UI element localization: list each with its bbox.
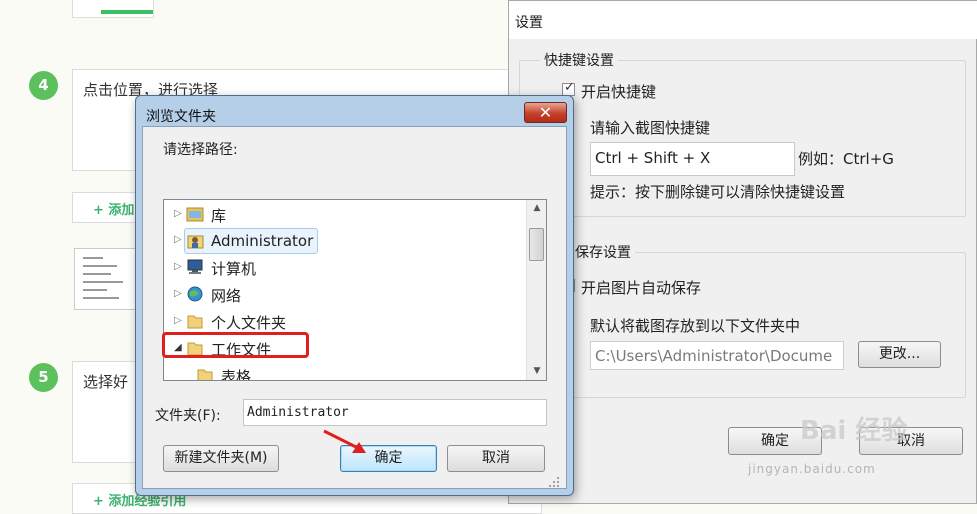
tree-item-label: 库 — [211, 207, 227, 225]
step-5-text: 选择好 — [83, 373, 129, 391]
annotation-arrow-icon — [323, 429, 366, 453]
hotkey-group-title: 快捷键设置 — [540, 50, 618, 70]
tree-item-computer[interactable]: ▷ 计算机 — [164, 255, 526, 281]
dialog-title: 浏览文件夹 — [146, 109, 216, 125]
tree-item-tables[interactable]: 表格 — [164, 363, 526, 381]
tree-item-administrator[interactable]: Administrator — [184, 228, 318, 254]
tree-item-label: 表格 — [221, 368, 252, 381]
folder-label: 文件夹(F): — [155, 408, 221, 424]
step-number-4: 4 — [29, 71, 58, 100]
hotkey-input[interactable]: Ctrl + Shift + X — [590, 142, 795, 176]
user-folder-icon — [187, 235, 204, 249]
hotkey-prompt: 请输入截图快捷键 — [590, 119, 711, 137]
dialog-cancel-button[interactable]: 取消 — [447, 445, 545, 472]
folder-name-input[interactable]: Administrator — [243, 399, 547, 426]
expand-arrow-icon[interactable]: ▷ — [174, 234, 182, 245]
expand-arrow-icon[interactable]: ▷ — [174, 315, 182, 326]
watermark-logo: Bai 经验 — [800, 416, 908, 446]
dialog-prompt: 请选择路径: — [163, 142, 238, 158]
hotkey-hint: 提示：按下删除键可以清除快捷键设置 — [590, 183, 846, 201]
new-folder-button[interactable]: 新建文件夹(M) — [163, 445, 279, 472]
folder-icon — [197, 369, 213, 380]
tree-item-library[interactable]: ▷ 库 — [164, 202, 526, 228]
tree-item-label: 个人文件夹 — [211, 314, 287, 332]
close-button[interactable]: ✕ — [524, 102, 567, 123]
expand-arrow-icon[interactable]: ▷ — [174, 208, 182, 219]
tree-item-label: 网络 — [211, 287, 242, 305]
expand-arrow-icon[interactable]: ▷ — [174, 288, 182, 299]
scroll-up-icon[interactable]: ▲ — [527, 200, 546, 217]
save-path-input[interactable]: C:\Users\Administrator\Docume — [590, 341, 844, 370]
hotkey-example: 例如：Ctrl+G — [798, 150, 894, 168]
screenshot-thumbnail[interactable] — [74, 248, 136, 310]
change-folder-button[interactable]: 更改... — [858, 341, 941, 368]
library-icon — [186, 207, 204, 222]
computer-icon — [187, 259, 203, 274]
screenshot-thumbnail[interactable] — [72, 0, 154, 18]
expand-arrow-icon[interactable]: ▷ — [174, 261, 182, 272]
auto-save-label[interactable]: 开启图片自动保存 — [581, 277, 701, 298]
scroll-down-icon[interactable]: ▼ — [527, 363, 546, 380]
tree-item-network[interactable]: ▷ 网络 — [164, 282, 526, 308]
close-icon: ✕ — [538, 103, 553, 122]
highlight-box — [162, 332, 309, 358]
tree-scrollbar[interactable]: ▲ ▼ — [526, 200, 546, 380]
settings-title: 设置 — [509, 1, 977, 39]
step-number-5: 5 — [29, 363, 58, 392]
tree-item-label: Administrator — [211, 232, 314, 250]
enable-hotkey-label[interactable]: 开启快捷键 — [581, 81, 656, 102]
network-icon — [187, 286, 203, 302]
scrollbar-thumb[interactable] — [529, 228, 544, 261]
folder-icon — [187, 315, 203, 329]
default-folder-label: 默认将截图存放到以下文件夹中 — [590, 317, 801, 335]
resize-grip-icon[interactable] — [548, 476, 560, 488]
check-icon: ✓ — [564, 80, 575, 95]
save-group-title: 保存设置 — [571, 242, 635, 262]
watermark-url: jingyan.baidu.com — [748, 462, 876, 476]
tree-item-label: 计算机 — [211, 260, 257, 278]
